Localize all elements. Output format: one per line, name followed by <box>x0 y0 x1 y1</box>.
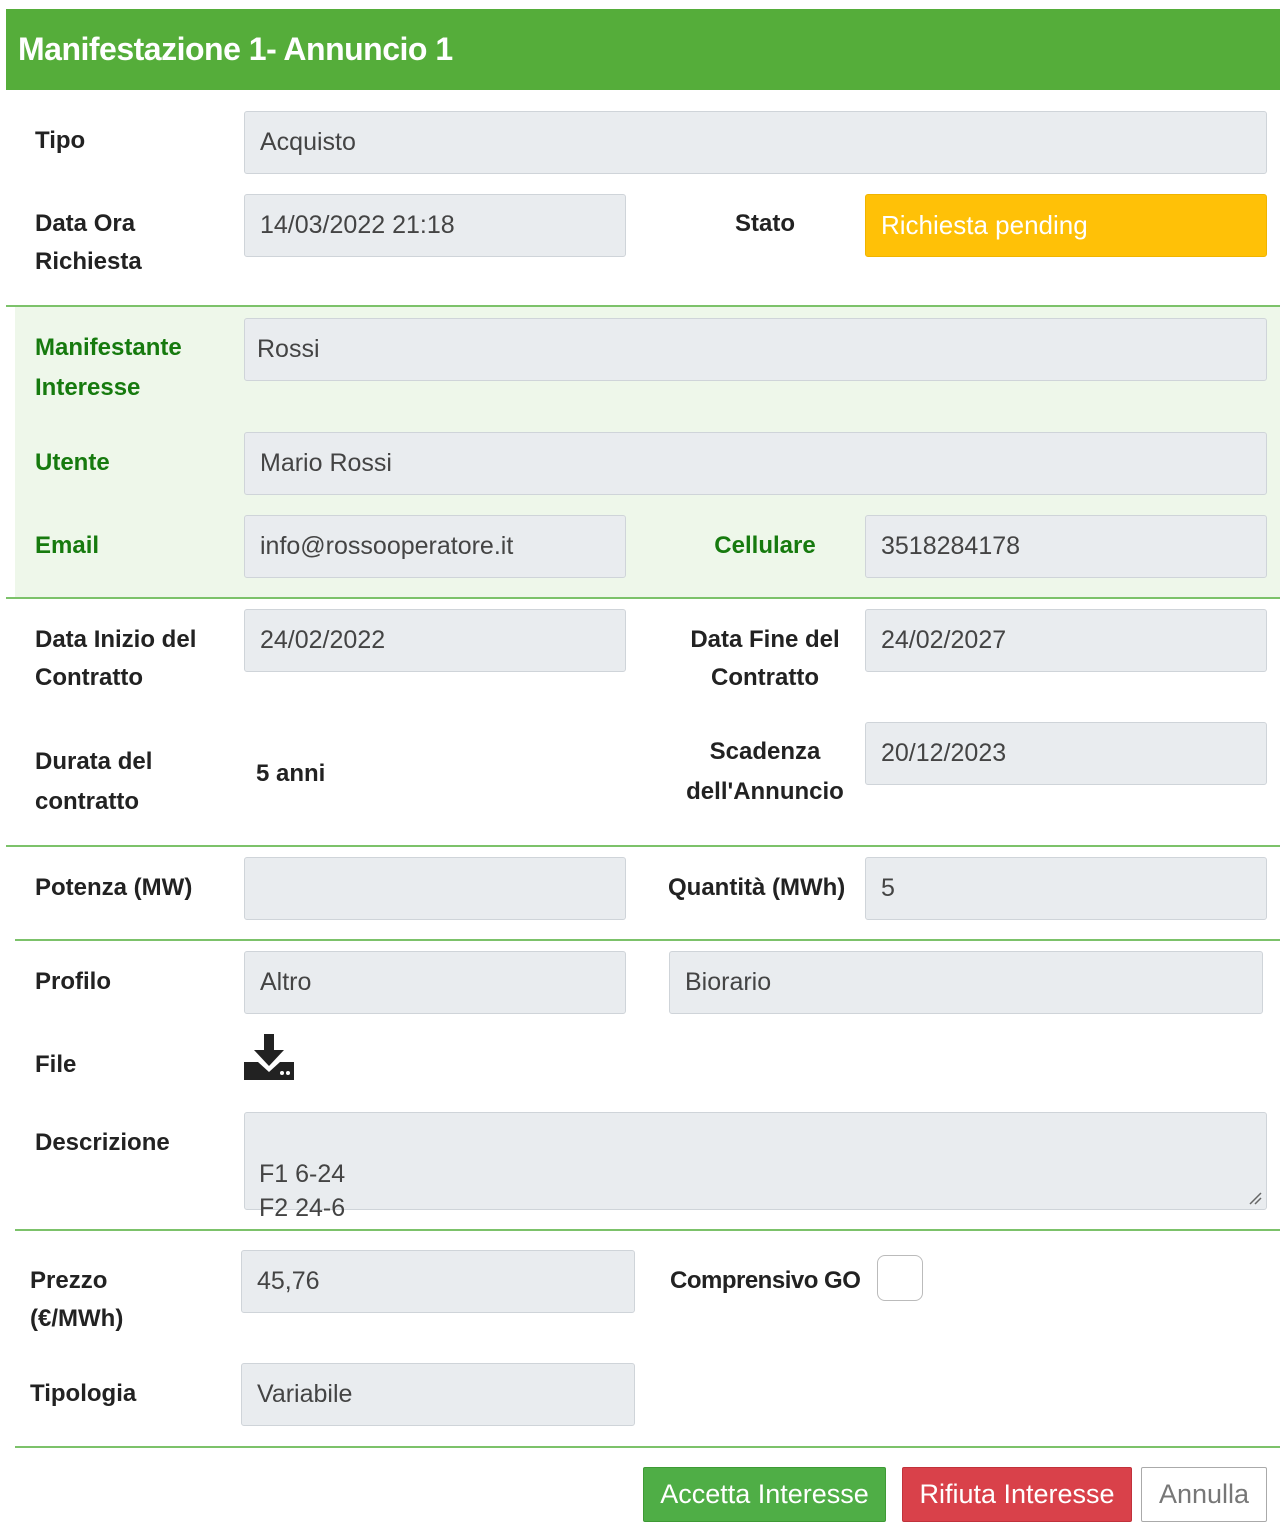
durata-label-line2: contratto <box>35 788 139 815</box>
resize-handle-icon[interactable] <box>1248 1191 1262 1205</box>
email-label: Email <box>35 532 100 559</box>
profilo-label: Profilo <box>35 968 111 995</box>
modal-title: Manifestazione 1- Annuncio 1 <box>18 31 453 67</box>
comprensivo-go-label: Comprensivo GO <box>670 1267 861 1294</box>
durata-label-line1: Durata del <box>35 748 153 775</box>
potenza-label: Potenza (MW) <box>35 874 193 901</box>
scadenza-label-line1: Scadenza <box>709 738 821 765</box>
manifestante-label-line2: Interesse <box>35 374 141 401</box>
tipo-label: Tipo <box>35 127 86 154</box>
data-inizio-label-line1: Data Inizio del <box>35 626 197 653</box>
prezzo-label-line1: Prezzo <box>30 1267 108 1294</box>
descrizione-textarea[interactable]: F1 6-24 F2 24-6 <box>244 1112 1267 1222</box>
stato-label: Stato <box>735 210 795 237</box>
quantita-field[interactable]: 5 <box>865 857 1267 920</box>
section-divider <box>15 1446 1280 1448</box>
utente-field[interactable]: Mario Rossi <box>244 432 1267 495</box>
durata-value: 5 anni <box>256 760 326 787</box>
scadenza-field[interactable]: 20/12/2023 <box>865 722 1267 785</box>
status-badge: Richiesta pending <box>865 194 1267 257</box>
data-ora-label-line2: Richiesta <box>35 248 142 275</box>
manifestante-label-line1: Manifestante <box>35 334 182 361</box>
accept-interest-button[interactable]: Accetta Interesse <box>643 1467 886 1522</box>
manifestante-field[interactable]: Rossi <box>244 318 1267 381</box>
quantita-label: Quantità (MWh) <box>668 874 846 901</box>
data-inizio-field[interactable]: 24/02/2022 <box>244 609 626 672</box>
reject-interest-button[interactable]: Rifiuta Interesse <box>902 1467 1132 1522</box>
potenza-field[interactable] <box>244 857 626 920</box>
tipologia-field[interactable]: Variabile <box>241 1363 635 1426</box>
tipologia-label: Tipologia <box>30 1380 137 1407</box>
modal-header: Manifestazione 1- Annuncio 1 <box>6 9 1280 90</box>
profilo-field[interactable]: Altro <box>244 951 626 1014</box>
tipo-field[interactable]: Acquisto <box>244 111 1267 174</box>
scadenza-label-line2: dell'Annuncio <box>686 778 844 805</box>
cancel-button[interactable]: Annulla <box>1141 1467 1267 1522</box>
section-divider <box>6 597 1280 599</box>
download-icon[interactable] <box>244 1034 294 1080</box>
data-fine-label-line2: Contratto <box>711 664 819 691</box>
utente-label: Utente <box>35 449 110 476</box>
prezzo-field[interactable]: 45,76 <box>241 1250 635 1313</box>
email-field[interactable]: info@rossooperatore.it <box>244 515 626 578</box>
data-fine-label-line1: Data Fine del <box>690 626 840 653</box>
section-divider <box>15 1229 1280 1231</box>
cellulare-field[interactable]: 3518284178 <box>865 515 1267 578</box>
descrizione-label: Descrizione <box>35 1129 170 1156</box>
comprensivo-go-checkbox[interactable] <box>877 1255 923 1301</box>
data-inizio-label-line2: Contratto <box>35 664 143 691</box>
descrizione-text: F1 6-24 F2 24-6 <box>259 1160 346 1222</box>
profilo-detail-field[interactable]: Biorario <box>669 951 1263 1014</box>
section-divider <box>6 845 1280 847</box>
data-fine-field[interactable]: 24/02/2027 <box>865 609 1267 672</box>
prezzo-label-line2: (€/MWh) <box>30 1305 124 1332</box>
section-divider <box>15 939 1280 941</box>
cellulare-label: Cellulare <box>714 532 816 559</box>
data-ora-label-line1: Data Ora <box>35 210 136 237</box>
file-label: File <box>35 1051 77 1078</box>
data-ora-field[interactable]: 14/03/2022 21:18 <box>244 194 626 257</box>
